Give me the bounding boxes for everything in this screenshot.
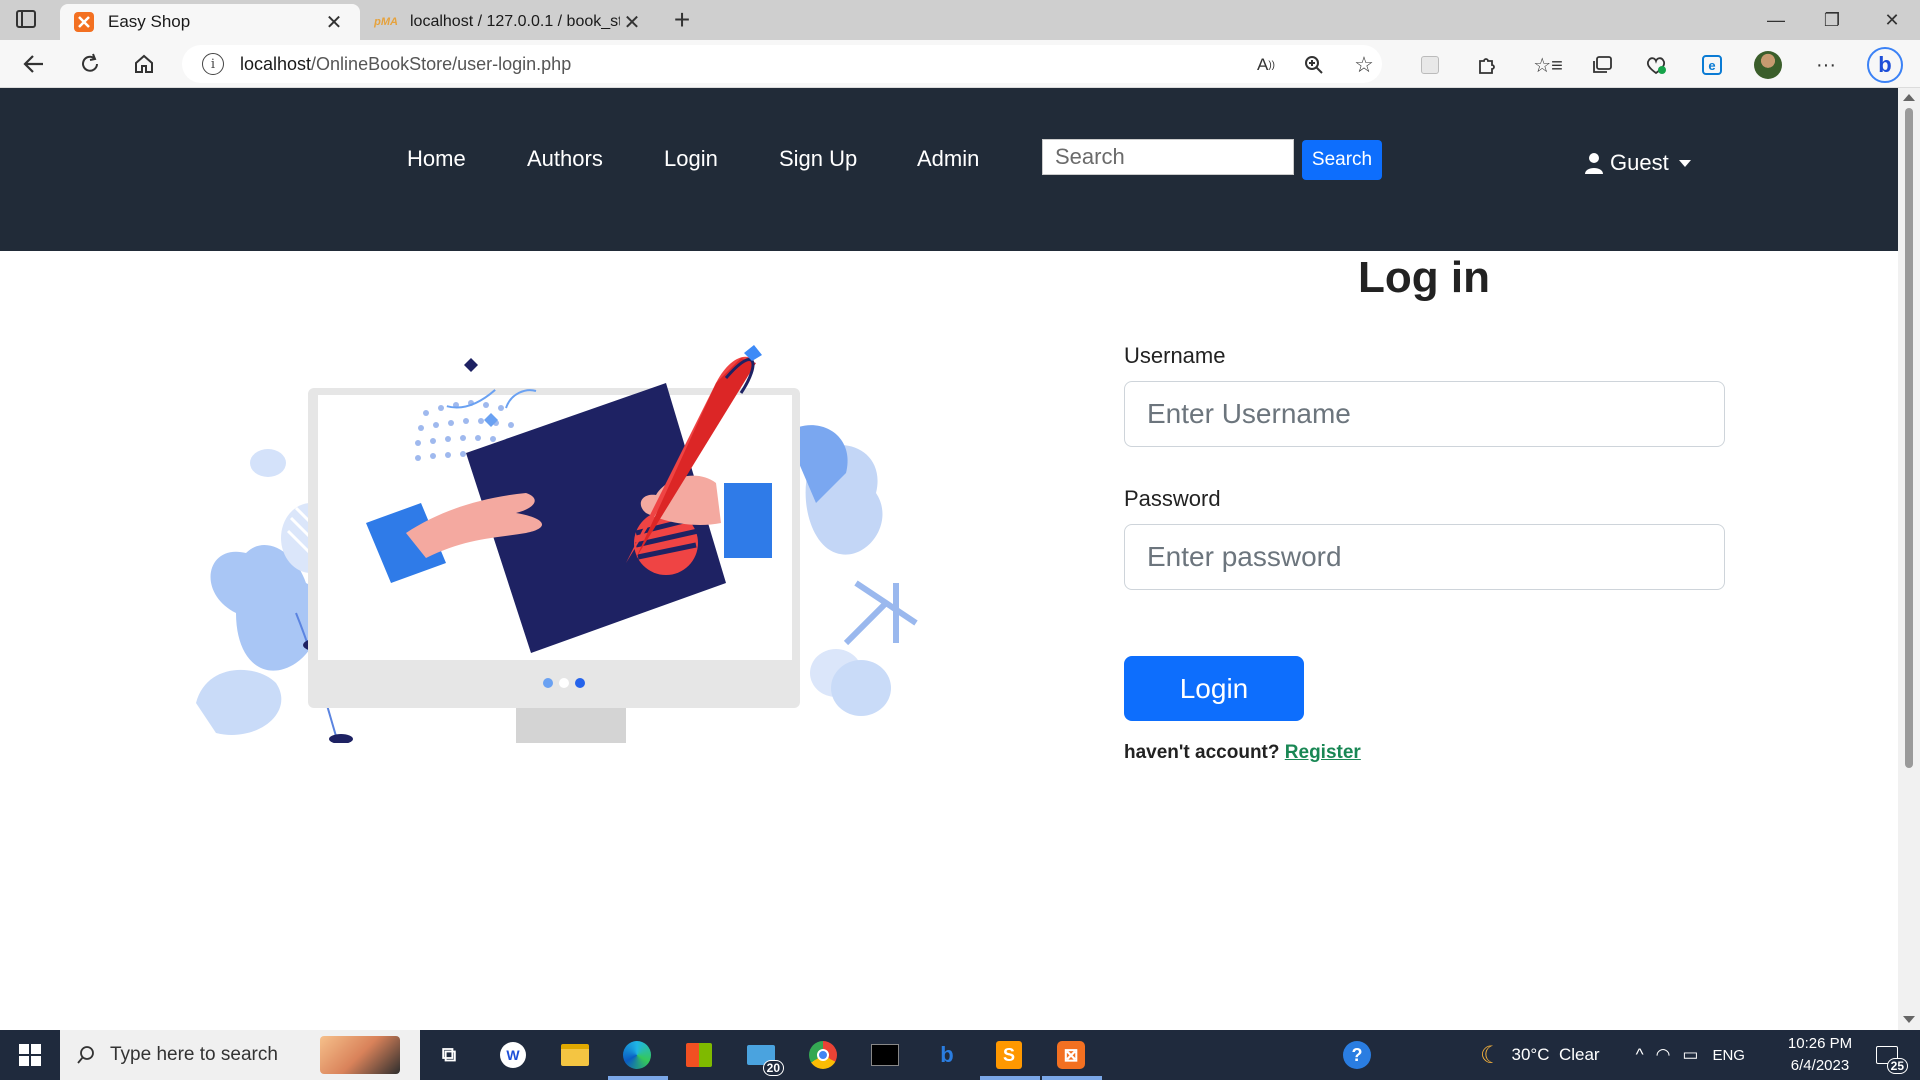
guest-dropdown[interactable]: Guest <box>1584 150 1691 176</box>
close-tab-icon[interactable]: ✕ <box>620 10 644 35</box>
refresh-button[interactable] <box>72 48 108 80</box>
tray-chevron-icon[interactable]: ^ <box>1636 1045 1644 1065</box>
xampp-active-indicator <box>1042 1076 1102 1080</box>
page-scrollbar[interactable] <box>1898 88 1920 1030</box>
nav-authors[interactable]: Authors <box>527 146 603 172</box>
new-tab-button[interactable]: + <box>666 4 698 36</box>
register-prompt-text: haven't account? <box>1124 742 1280 763</box>
extension-box-icon[interactable] <box>1416 52 1444 78</box>
search-button[interactable]: Search <box>1302 140 1382 180</box>
moon-weather-icon: ☾ <box>1480 1041 1502 1069</box>
web-page: Home Authors Login Sign Up Admin Search … <box>0 88 1898 1030</box>
dropdown-caret-icon <box>1678 159 1691 167</box>
register-link[interactable]: Register <box>1285 742 1361 763</box>
weather-text[interactable]: 30°C Clear <box>1512 1045 1600 1065</box>
browser-essentials-icon[interactable] <box>1642 52 1670 78</box>
refresh-icon <box>82 53 98 72</box>
bing-icon[interactable]: b <box>930 1038 964 1072</box>
scroll-thumb[interactable] <box>1905 108 1913 768</box>
edge-active-indicator <box>608 1076 668 1080</box>
login-button[interactable]: Login <box>1124 656 1304 721</box>
mail-badge: 20 <box>762 1060 784 1076</box>
sublime-active-indicator <box>980 1076 1040 1080</box>
read-aloud-icon[interactable]: A)) <box>1252 52 1280 78</box>
search-input[interactable] <box>1042 139 1294 175</box>
app-icon-blue[interactable]: W <box>496 1038 530 1072</box>
url-host: localhost <box>240 53 312 74</box>
address-bar[interactable]: i localhost/OnlineBookStore/user-login.p… <box>182 45 1382 83</box>
username-label: Username <box>1124 343 1226 368</box>
search-highlight-icon <box>320 1036 400 1074</box>
windows-logo-icon <box>19 1044 41 1066</box>
guest-label: Guest <box>1610 150 1669 175</box>
scroll-down-icon[interactable] <box>1903 1016 1915 1023</box>
phpmyadmin-icon: pMA <box>374 16 398 28</box>
taskbar-search-placeholder: Type here to search <box>110 1044 278 1065</box>
collections-icon[interactable] <box>1588 52 1616 78</box>
user-icon <box>1585 153 1603 174</box>
tab-title: Easy Shop <box>108 12 191 31</box>
site-navbar: Home Authors Login Sign Up Admin Search … <box>0 88 1898 251</box>
close-window-button[interactable]: ✕ <box>1864 0 1920 40</box>
nav-login[interactable]: Login <box>664 146 718 172</box>
mail-icon[interactable]: 20 <box>744 1038 784 1076</box>
windows-taskbar: Type here to search ⧉ W 20 b S ⊠ ? ☾ 30°… <box>0 1030 1920 1080</box>
home-button[interactable] <box>126 48 162 80</box>
username-input[interactable] <box>1124 381 1725 447</box>
edge-workspace-icon[interactable]: e <box>1698 52 1726 78</box>
microsoft-store-icon[interactable] <box>682 1038 716 1072</box>
chrome-icon[interactable] <box>806 1038 840 1072</box>
edge-browser-icon[interactable] <box>620 1038 654 1072</box>
extensions-icon[interactable] <box>1472 52 1500 78</box>
favorite-star-icon[interactable]: ☆ <box>1350 52 1378 78</box>
close-tab-icon[interactable]: ✕ <box>322 10 346 35</box>
tab-phpmyadmin[interactable]: pMA localhost / 127.0.0.1 / book_store ✕ <box>362 4 658 40</box>
copilot-icon[interactable]: b <box>1866 46 1904 84</box>
password-label: Password <box>1124 486 1221 511</box>
register-prompt: haven't account? Register <box>1124 742 1361 764</box>
restore-button[interactable]: ❐ <box>1804 0 1860 40</box>
wifi-icon[interactable]: ◠ <box>1656 1045 1671 1065</box>
battery-icon[interactable]: ▭ <box>1682 1045 1698 1065</box>
system-tray: ☾ 30°C Clear ^ ◠ ▭ ENG <box>1480 1030 1745 1080</box>
xampp-icon <box>74 12 94 32</box>
xampp-taskbar-icon[interactable]: ⊠ <box>1054 1038 1088 1072</box>
nav-sign-up[interactable]: Sign Up <box>779 146 857 172</box>
profile-avatar[interactable] <box>1754 51 1782 79</box>
help-icon[interactable]: ? <box>1340 1038 1374 1072</box>
back-arrow-icon <box>23 55 43 73</box>
task-view-icon[interactable]: ⧉ <box>432 1038 466 1072</box>
search-icon <box>77 1046 94 1064</box>
favorites-icon[interactable]: ☆≡ <box>1533 52 1563 78</box>
browser-toolbar: i localhost/OnlineBookStore/user-login.p… <box>0 40 1920 88</box>
clock-time: 10:26 PM <box>1787 1035 1853 1052</box>
browser-tab-bar: Easy Shop ✕ pMA localhost / 127.0.0.1 / … <box>0 0 1920 40</box>
url-path: /OnlineBookStore/user-login.php <box>311 53 572 74</box>
language-indicator[interactable]: ENG <box>1712 1047 1745 1064</box>
password-input[interactable] <box>1124 524 1725 590</box>
file-explorer-icon[interactable] <box>558 1038 592 1072</box>
login-illustration <box>196 345 918 743</box>
tab-easy-shop[interactable]: Easy Shop ✕ <box>60 4 360 40</box>
terminal-icon[interactable] <box>868 1038 902 1072</box>
nav-admin[interactable]: Admin <box>917 146 979 172</box>
notifications-icon[interactable]: 25 <box>1870 1038 1908 1074</box>
start-button[interactable] <box>0 1030 60 1080</box>
minimize-button[interactable]: — <box>1748 0 1804 40</box>
clock-date: 6/4/2023 <box>1790 1057 1850 1074</box>
nav-home[interactable]: Home <box>407 146 466 172</box>
scroll-up-icon[interactable] <box>1903 94 1915 101</box>
login-title: Log in <box>1358 253 1490 302</box>
tab-actions-icon[interactable] <box>16 10 36 28</box>
notification-badge: 25 <box>1886 1058 1908 1074</box>
clock[interactable]: 10:26 PM 6/4/2023 <box>1770 1033 1870 1077</box>
more-options-icon[interactable]: ··· <box>1812 52 1840 78</box>
home-icon <box>135 54 153 73</box>
back-button[interactable] <box>16 48 52 80</box>
zoom-icon[interactable] <box>1300 52 1328 78</box>
site-info-icon[interactable]: i <box>202 53 224 75</box>
taskbar-search[interactable]: Type here to search <box>60 1030 420 1080</box>
sublime-text-icon[interactable]: S <box>992 1038 1026 1072</box>
tab-title: localhost / 127.0.0.1 / book_store <box>410 13 620 30</box>
